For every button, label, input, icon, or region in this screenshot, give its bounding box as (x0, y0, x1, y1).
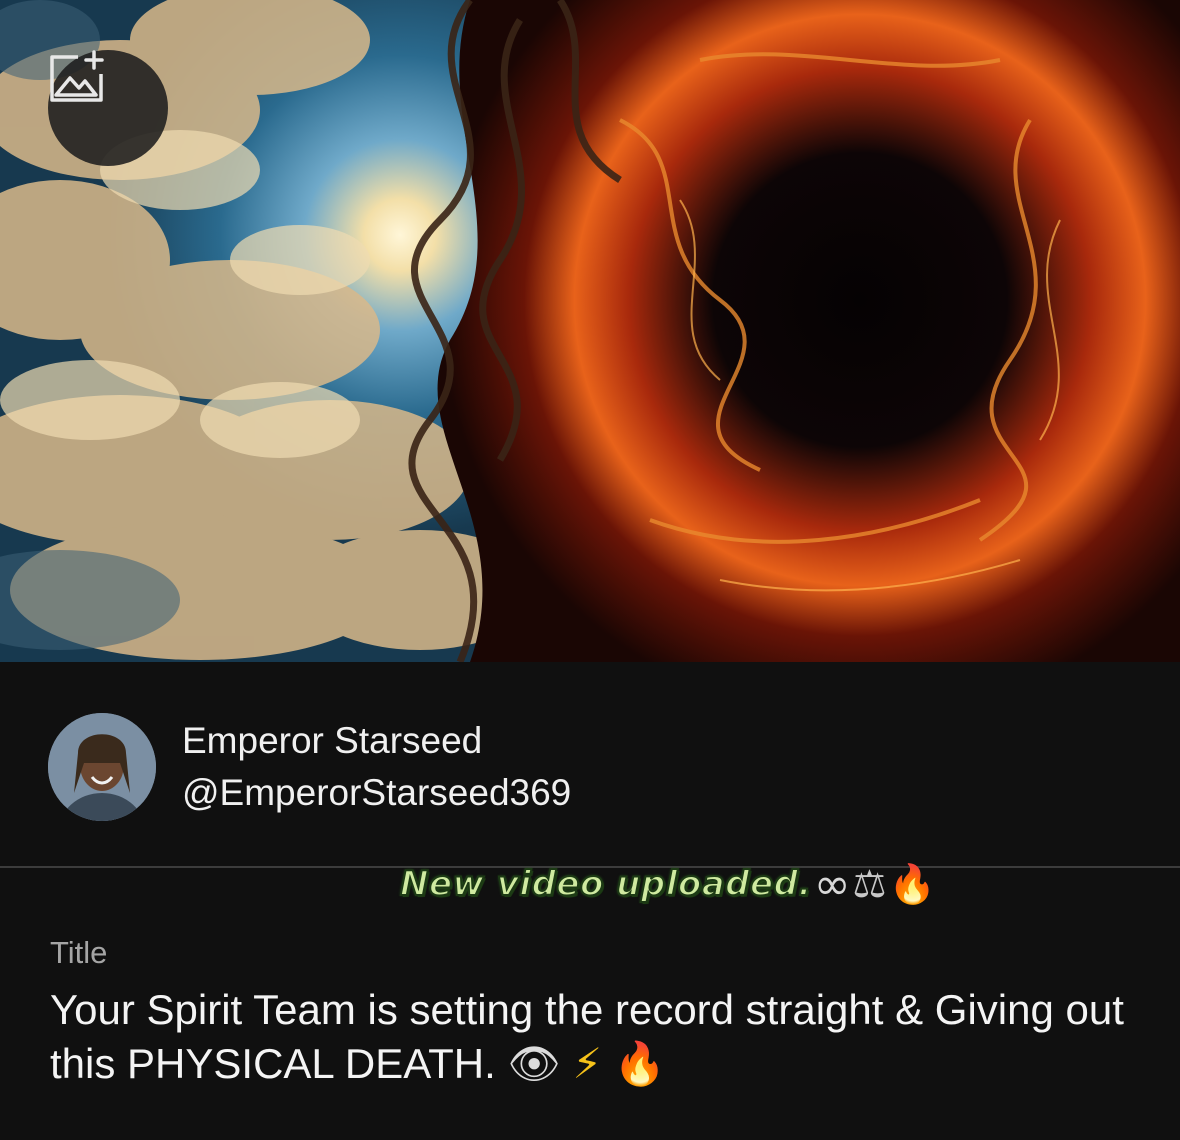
title-label: Title (50, 935, 108, 970)
image-add-icon (50, 50, 104, 102)
fire-icon: 🔥 (888, 861, 936, 906)
fire-icon: 🔥 (613, 1039, 666, 1088)
post-screen: Emperor Starseed @EmperorStarseed369 New… (0, 0, 1180, 1140)
avatar[interactable] (48, 713, 156, 821)
avatar-image (48, 713, 156, 821)
post-title[interactable]: Your Spirit Team is setting the record s… (50, 983, 1140, 1091)
add-image-button[interactable] (48, 50, 168, 166)
author-row[interactable]: Emperor Starseed @EmperorStarseed369 (48, 712, 948, 822)
infinity-icon: ∞ (813, 858, 851, 910)
cover-artwork (0, 0, 1180, 662)
author-handle[interactable]: @EmperorStarseed369 (182, 770, 571, 816)
sticker-text: New video uploaded. (399, 863, 812, 905)
scale-icon: ⚖ (852, 862, 887, 906)
upload-sticker: New video uploaded. ∞ ⚖ 🔥 (399, 852, 936, 916)
author-name[interactable]: Emperor Starseed (182, 718, 571, 764)
eye-icon: 👁 (507, 1039, 561, 1088)
cover-image (0, 0, 1180, 662)
lightning-icon: ⚡ (572, 1039, 602, 1088)
author-text: Emperor Starseed @EmperorStarseed369 (182, 718, 571, 816)
